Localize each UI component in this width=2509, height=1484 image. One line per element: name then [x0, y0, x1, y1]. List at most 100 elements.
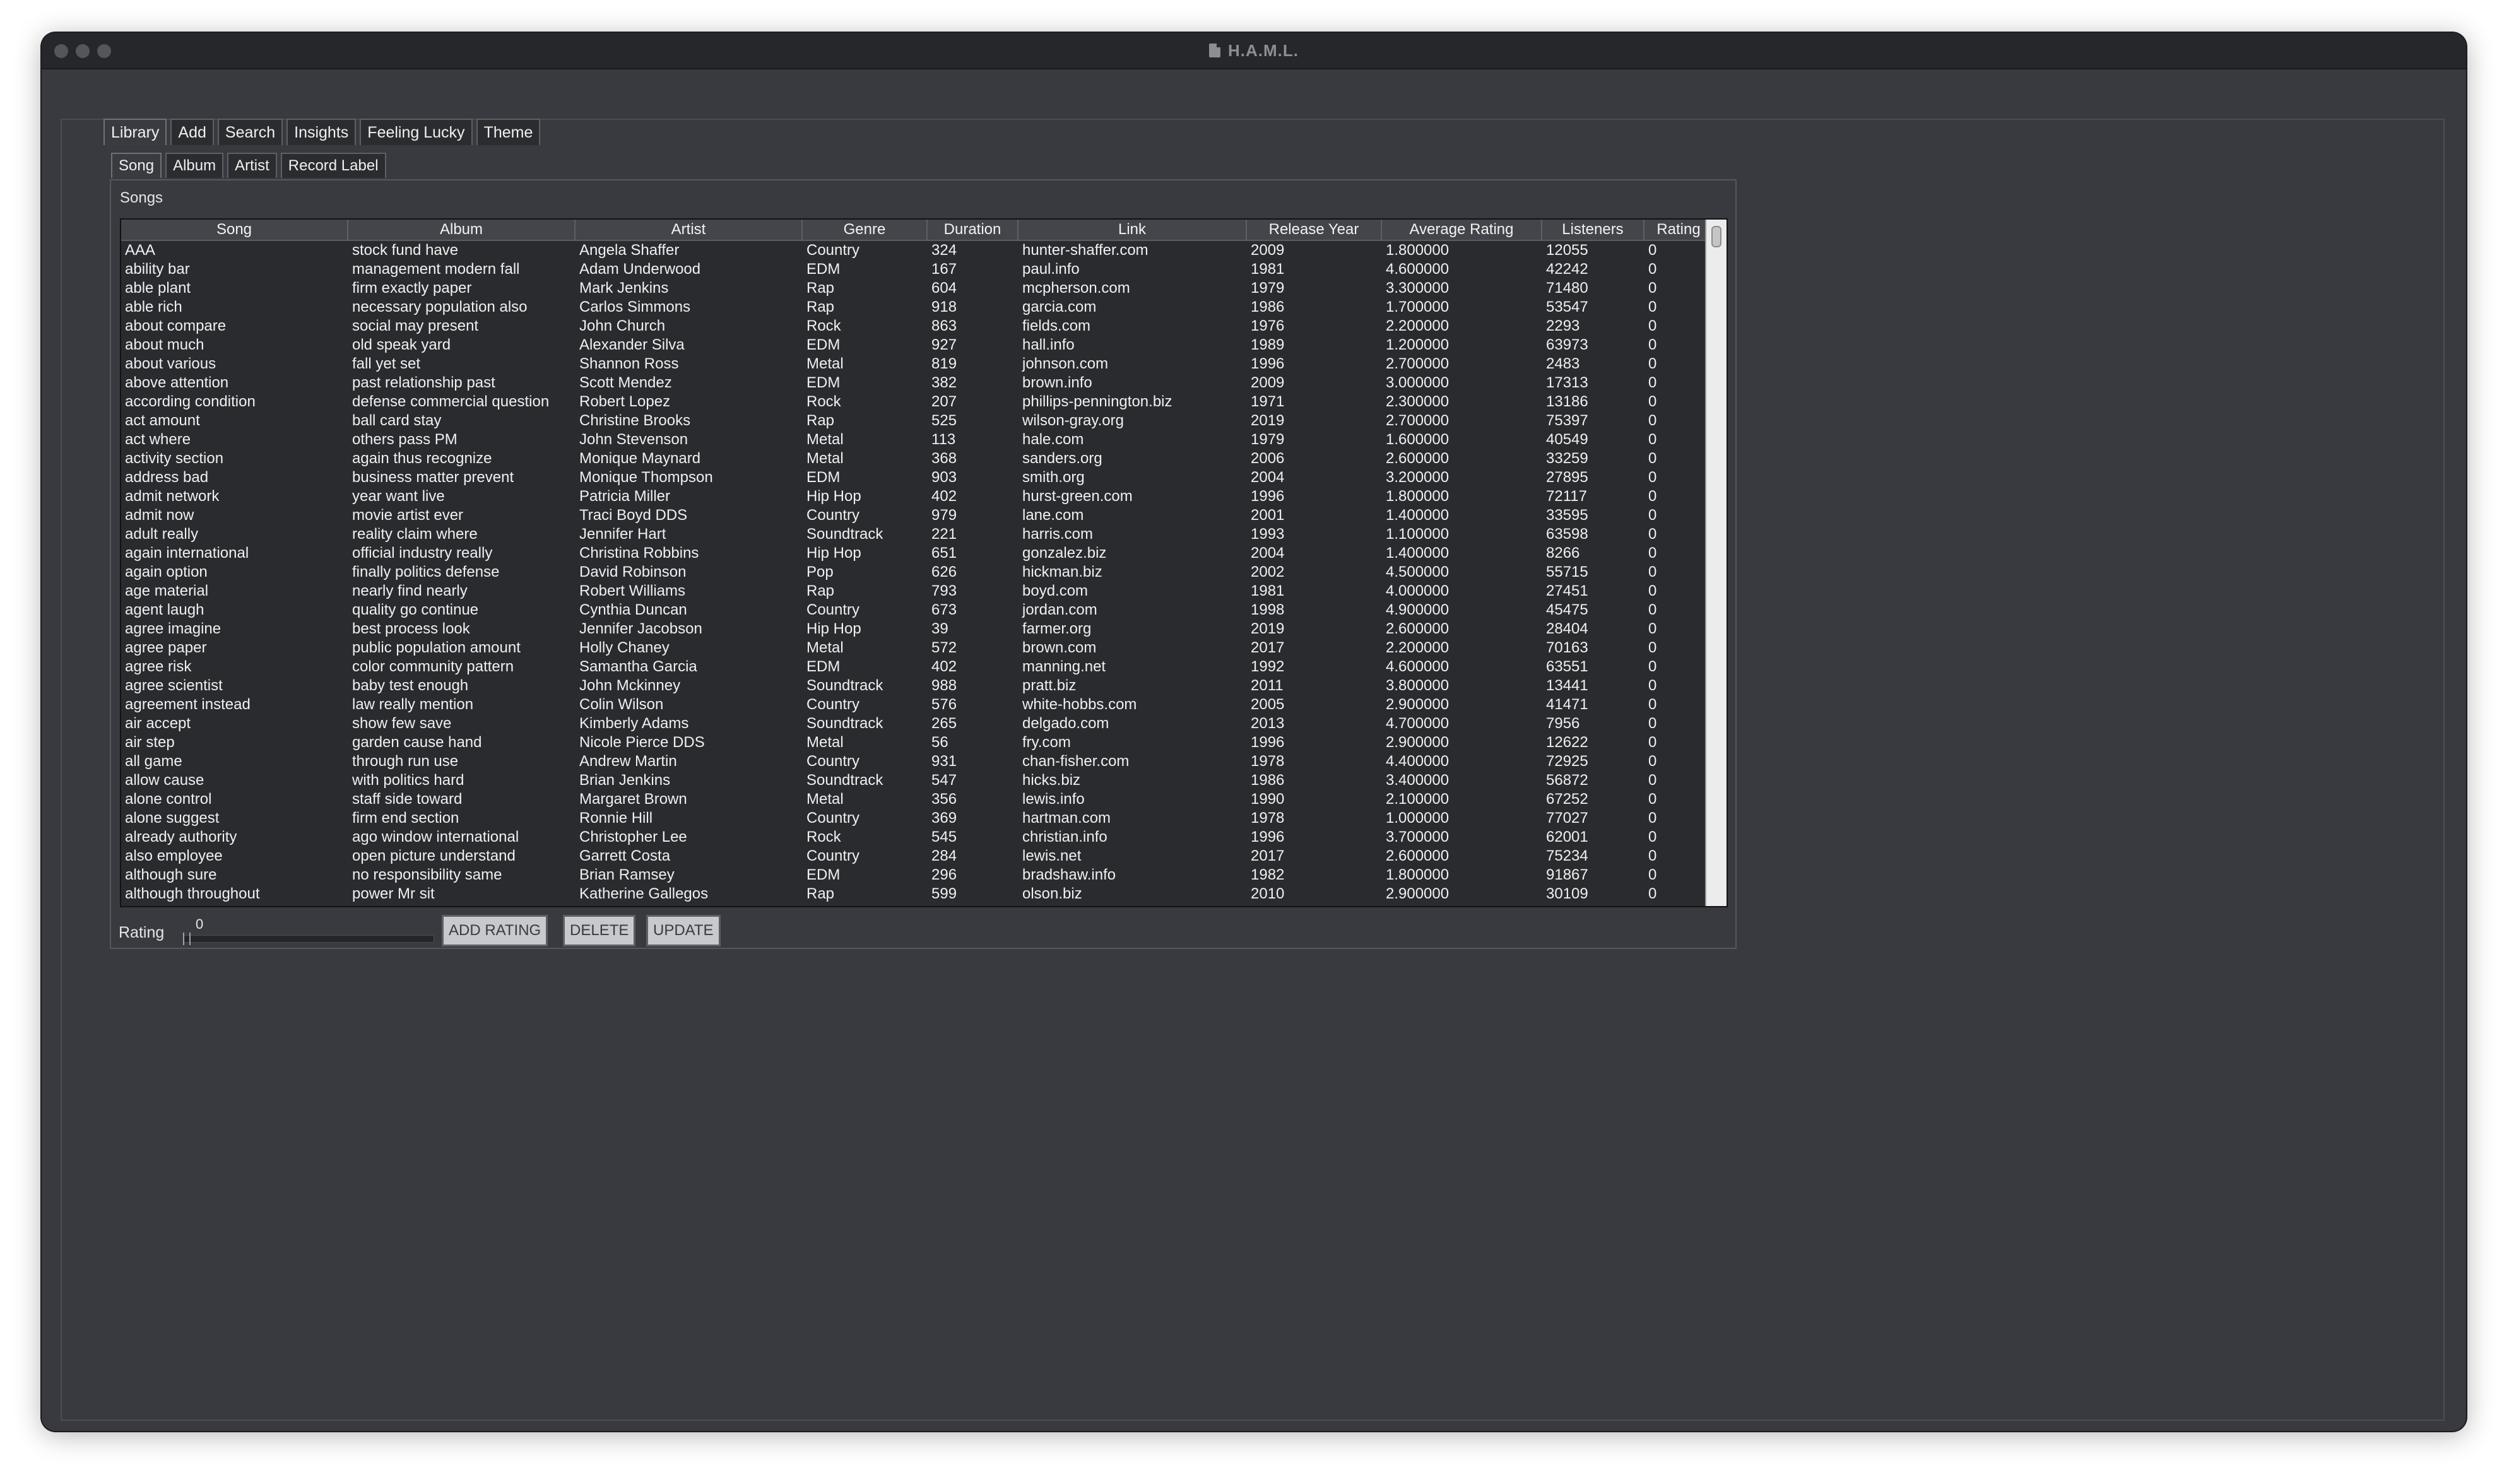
table-row[interactable]: ability bar management modern fall Adam Un… — [121, 260, 1714, 279]
table-cell: 2.600000 — [1386, 847, 1449, 864]
column-header[interactable]: Rating — [1644, 220, 1714, 240]
table-row[interactable]: age material nearly find nearly Robert Wil… — [121, 582, 1714, 601]
column-header[interactable]: Listeners — [1542, 220, 1644, 240]
tab-record-label[interactable]: Record Label — [280, 153, 386, 178]
table-cell: 0 — [1648, 336, 1657, 353]
update-button[interactable]: UPDATE — [646, 915, 721, 946]
column-header[interactable]: Release Year — [1247, 220, 1382, 240]
column-header[interactable]: Song — [121, 220, 348, 240]
column-header[interactable]: Duration — [928, 220, 1018, 240]
table-cell: 12055 — [1546, 242, 1588, 259]
table-row[interactable]: act amount ball card stay Christine Brooks… — [121, 411, 1714, 430]
table-row[interactable]: adult really reality claim where Jennifer … — [121, 525, 1714, 544]
delete-button[interactable]: DELETE — [563, 915, 636, 946]
table-cell: Katherine Gallegos — [579, 885, 709, 902]
table-cell: also employee — [125, 847, 223, 864]
rating-slider-thumb[interactable] — [183, 933, 191, 945]
table-cell: 1979 — [1251, 431, 1285, 448]
tab-feeling-lucky[interactable]: Feeling Lucky — [360, 119, 473, 145]
column-header[interactable]: Average Rating — [1382, 220, 1542, 240]
table-cell: 369 — [931, 810, 957, 827]
table-cell: Angela Shaffer — [579, 242, 680, 259]
column-header[interactable]: Artist — [576, 220, 803, 240]
table-cell: 368 — [931, 450, 957, 467]
scrollbar-thumb[interactable] — [1711, 226, 1721, 247]
table-cell: 1978 — [1251, 753, 1285, 770]
table-row[interactable]: agreement instead law really mention Colin… — [121, 695, 1714, 714]
table-row[interactable]: although throughout power Mr sit Katherine… — [121, 885, 1714, 904]
tab-add[interactable]: Add — [170, 119, 214, 145]
rating-slider[interactable] — [183, 935, 434, 943]
table-row[interactable]: alone suggest firm end section Ronnie Hill… — [121, 809, 1714, 828]
table-cell: garden cause hand — [352, 734, 482, 751]
table-row[interactable]: alone control staff side toward Margaret B… — [121, 790, 1714, 809]
table-row[interactable]: allow cause with politics hard Brian Jenki… — [121, 771, 1714, 790]
tab-artist[interactable]: Artist — [227, 153, 277, 178]
table-row[interactable]: agree imagine best process look Jennifer J… — [121, 620, 1714, 639]
table-row[interactable]: again option finally politics defense Davi… — [121, 563, 1714, 582]
table-cell: 0 — [1648, 620, 1657, 637]
table-body: AAA stock fund have Angela Shaffer Country 3… — [121, 241, 1714, 904]
table-row[interactable]: address bad business matter prevent Moniqu… — [121, 468, 1714, 487]
table-cell: 0 — [1648, 242, 1657, 259]
table-row[interactable]: although sure no responsibility same Brian… — [121, 866, 1714, 885]
table-row[interactable]: all game through run use Andrew Martin Coun… — [121, 752, 1714, 771]
table-row[interactable]: about various fall yet set Shannon Ross Met… — [121, 355, 1714, 374]
table-row[interactable]: able rich necessary population also Carlos… — [121, 298, 1714, 317]
table-cell: address bad — [125, 469, 209, 486]
table-cell: 55715 — [1546, 563, 1588, 580]
table-row[interactable]: already authority ago window internationa… — [121, 828, 1714, 847]
songs-table[interactable]: Song Album Artist Genre Duration Link Release … — [120, 218, 1728, 907]
vertical-scrollbar[interactable] — [1705, 220, 1727, 906]
table-row[interactable]: act where others pass PM John Stevenson Met… — [121, 430, 1714, 449]
table-cell: 0 — [1648, 696, 1657, 713]
tab-library[interactable]: Library — [103, 119, 167, 145]
app-window: H.A.M.L. Library Add Search Insights Fee… — [42, 33, 2466, 1431]
table-row[interactable]: about compare social may present John Chur… — [121, 317, 1714, 336]
table-row[interactable]: again international official industry rea… — [121, 544, 1714, 563]
table-cell: public population amount — [352, 639, 521, 656]
column-header[interactable]: Link — [1018, 220, 1247, 240]
table-row[interactable]: activity section again thus recognize Moni… — [121, 449, 1714, 468]
table-cell: 1978 — [1251, 810, 1285, 827]
table-cell: 2004 — [1251, 545, 1285, 562]
table-row[interactable]: according condition defense commercial qu… — [121, 392, 1714, 411]
table-row[interactable]: AAA stock fund have Angela Shaffer Country 3… — [121, 241, 1714, 260]
table-row[interactable]: about much old speak yard Alexander Silva E… — [121, 336, 1714, 355]
table-cell: 30109 — [1546, 885, 1588, 902]
column-header[interactable]: Album — [348, 220, 576, 240]
table-cell: Kimberly Adams — [579, 715, 689, 732]
tab-theme[interactable]: Theme — [476, 119, 541, 145]
table-cell: law really mention — [352, 696, 474, 713]
tab-insights[interactable]: Insights — [286, 119, 357, 145]
table-cell: 0 — [1648, 507, 1657, 524]
table-row[interactable]: agree scientist baby test enough John Mcki… — [121, 676, 1714, 695]
table-cell: 2017 — [1251, 847, 1285, 864]
table-row[interactable]: admit now movie artist ever Traci Boyd DDS… — [121, 506, 1714, 525]
column-header[interactable]: Genre — [803, 220, 928, 240]
table-cell: 2009 — [1251, 242, 1285, 259]
table-cell: 12622 — [1546, 734, 1588, 751]
table-cell: 0 — [1648, 885, 1657, 902]
tab-album[interactable]: Album — [165, 153, 224, 178]
table-cell: Hip Hop — [806, 620, 861, 637]
table-row[interactable]: agent laugh quality go continue Cynthia Du… — [121, 601, 1714, 620]
table-cell: again option — [125, 563, 208, 580]
add-rating-button[interactable]: ADD RATING — [442, 915, 548, 946]
table-row[interactable]: admit network year want live Patricia Mill… — [121, 487, 1714, 506]
tab-song[interactable]: Song — [111, 153, 162, 178]
table-row[interactable]: able plant firm exactly paper Mark Jenkins… — [121, 279, 1714, 298]
table-row[interactable]: agree paper public population amount Holly… — [121, 639, 1714, 657]
table-row[interactable]: also employee open picture understand Garr… — [121, 847, 1714, 866]
table-cell: although throughout — [125, 885, 260, 902]
table-row[interactable]: air accept show few save Kimberly Adams Sou… — [121, 714, 1714, 733]
table-cell: 1986 — [1251, 298, 1285, 315]
tab-search[interactable]: Search — [217, 119, 283, 145]
table-cell: bradshaw.info — [1022, 866, 1116, 883]
table-row[interactable]: agree risk color community pattern Samanth… — [121, 657, 1714, 676]
table-cell: manning.net — [1022, 658, 1106, 675]
table-row[interactable]: air step garden cause hand Nicole Pierce D… — [121, 733, 1714, 752]
table-cell: 2004 — [1251, 469, 1285, 486]
table-row[interactable]: above attention past relationship past Sco… — [121, 374, 1714, 392]
table-cell: 2.900000 — [1386, 696, 1449, 713]
